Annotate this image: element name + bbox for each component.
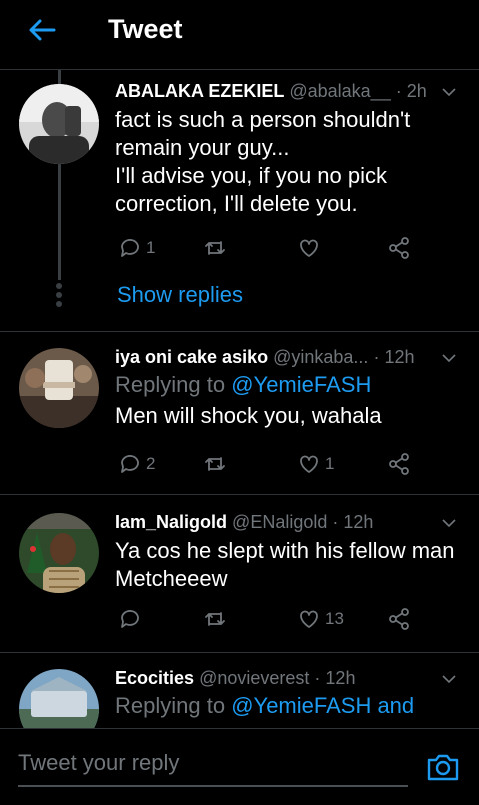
tweet-time: 12h — [384, 347, 415, 367]
like-count: 13 — [325, 609, 344, 628]
separator-dot: · — [314, 668, 321, 688]
retweet-button[interactable] — [203, 236, 227, 260]
like-button[interactable] — [297, 236, 321, 260]
retweet-icon — [205, 241, 225, 255]
share-icon — [389, 608, 409, 630]
show-replies-link[interactable]: Show replies — [117, 282, 243, 308]
reply-composer — [0, 728, 479, 805]
share-button[interactable] — [387, 236, 411, 260]
tweet-text-line: Metcheeew — [115, 566, 228, 591]
reply-icon — [121, 455, 139, 473]
share-icon — [389, 453, 409, 475]
retweet-button[interactable] — [203, 452, 227, 476]
mention-link[interactable]: @YemieFASH and — [231, 693, 414, 718]
tweet-1[interactable]: ABALAKA EZEKIEL @abalaka__ · 2h fact is … — [0, 70, 479, 332]
tweet-text: Ya cos he slept with his fellow man Metc… — [115, 537, 463, 593]
reply-icon — [121, 239, 139, 257]
tweet-4[interactable]: Ecocities @novieverest · 12h Replying to… — [0, 653, 479, 749]
replying-to: Replying to @YemieFASH and — [115, 691, 463, 721]
tweet-text-line: correction, I'll delete you. — [115, 191, 358, 216]
tweet-time: 12h — [343, 512, 374, 532]
separator-dot: · — [373, 347, 380, 367]
heart-icon — [300, 610, 318, 628]
page-title: Tweet — [108, 14, 183, 44]
reply-icon — [121, 610, 139, 628]
tweet-text-line: remain your guy... — [115, 135, 290, 160]
reply-button[interactable]: 2 — [118, 452, 155, 476]
tweet-time: 12h — [325, 668, 356, 688]
author-name[interactable]: Ecocities — [115, 668, 194, 688]
tweet-3[interactable]: Iam_Naligold @ENaligold · 12h Ya cos he … — [0, 495, 479, 653]
share-button[interactable] — [387, 607, 411, 631]
tweet-text: fact is such a person shouldn't remain y… — [115, 106, 463, 218]
arrow-left-icon[interactable] — [26, 14, 58, 46]
replying-to: Replying to @YemieFASH — [115, 370, 463, 400]
like-button[interactable]: 1 — [297, 452, 334, 476]
reply-button[interactable]: 1 — [118, 236, 155, 260]
retweet-icon — [205, 457, 225, 471]
like-count: 1 — [325, 454, 335, 473]
author-handle: @yinkaba... — [273, 347, 369, 367]
author-name[interactable]: ABALAKA EZEKIEL — [115, 81, 284, 101]
share-button[interactable] — [387, 452, 411, 476]
author-handle: @ENaligold — [232, 512, 328, 532]
retweet-icon — [205, 612, 225, 626]
reply-button[interactable] — [118, 607, 142, 631]
reply-count: 2 — [146, 454, 156, 473]
top-bar: Tweet — [0, 0, 479, 70]
like-button[interactable]: 13 — [297, 607, 344, 631]
reply-count: 1 — [146, 238, 156, 257]
chevron-down-icon[interactable] — [441, 84, 457, 100]
heart-icon — [300, 455, 318, 473]
author-handle: @abalaka__ — [289, 81, 391, 101]
chevron-down-icon[interactable] — [441, 671, 457, 687]
avatar[interactable] — [19, 513, 99, 593]
tweet-text-line: Men will shock you, wahala — [115, 403, 382, 428]
chevron-down-icon[interactable] — [441, 350, 457, 366]
mention-link[interactable]: @YemieFASH — [231, 372, 371, 397]
replying-prefix: Replying to — [115, 372, 226, 397]
tweet-text-line: fact is such a person shouldn't — [115, 107, 411, 132]
chevron-down-icon[interactable] — [441, 515, 457, 531]
retweet-button[interactable] — [203, 607, 227, 631]
tweet-text-line: Ya cos he slept with his fellow man — [115, 538, 455, 563]
author-name[interactable]: iya oni cake asiko — [115, 347, 268, 367]
separator-dot: · — [395, 81, 402, 101]
tweet-text-line: I'll advise you, if you no pick — [115, 163, 388, 188]
camera-icon[interactable] — [426, 751, 460, 783]
replying-prefix: Replying to — [115, 693, 226, 718]
avatar[interactable] — [19, 348, 99, 428]
reply-input[interactable] — [18, 747, 408, 787]
author-name[interactable]: Iam_Naligold — [115, 512, 227, 532]
author-handle: @novieverest — [199, 668, 310, 688]
tweet-text: Men will shock you, wahala — [115, 402, 463, 430]
tweet-time: 2h — [406, 81, 427, 101]
tweet-2[interactable]: iya oni cake asiko @yinkaba... · 12h Rep… — [0, 332, 479, 495]
share-icon — [389, 237, 409, 259]
avatar[interactable] — [19, 84, 99, 164]
heart-icon — [300, 239, 318, 257]
separator-dot: · — [332, 512, 339, 532]
